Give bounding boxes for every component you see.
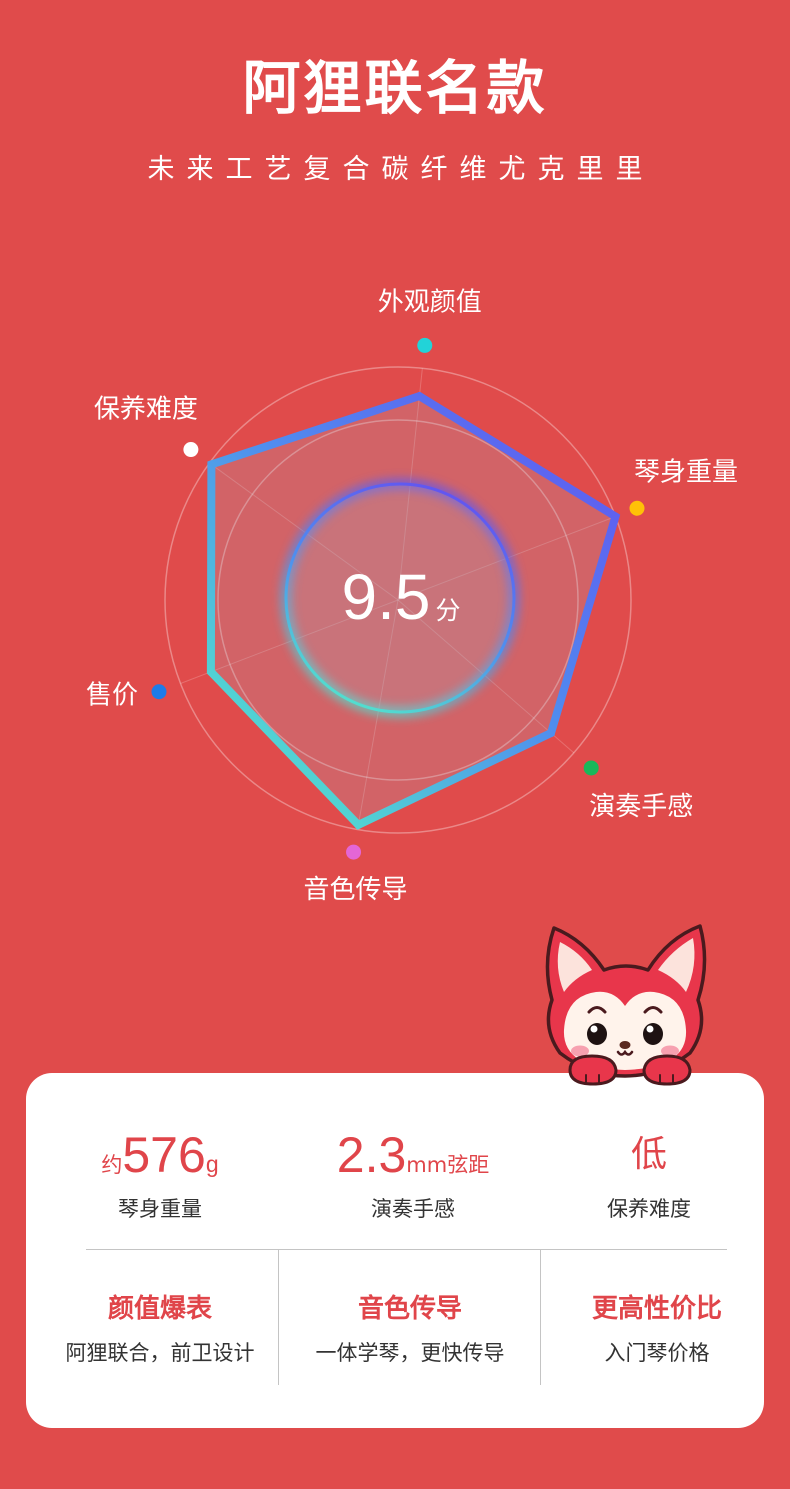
feature-desc: 入门琴价格 — [604, 1341, 710, 1365]
feature-value: 更高性价比 入门琴价格 — [547, 1291, 767, 1369]
radar-point — [206, 667, 215, 676]
fox-eye-left — [587, 1023, 607, 1045]
fox-nose — [619, 1041, 631, 1049]
axis-dot — [417, 337, 433, 353]
fox-mascot — [545, 924, 707, 1086]
feature-title: 颜值爆表 — [107, 1294, 212, 1324]
stat-care-level: 低 — [630, 1134, 667, 1175]
axis-dot — [346, 844, 362, 860]
stat-care: 低 保养难度 — [539, 1123, 759, 1225]
stat-action-value: 2.3mm弦距 — [303, 1123, 523, 1187]
stat-action-number: 2.3 — [336, 1127, 407, 1183]
stat-weight-unit: g — [205, 1151, 219, 1177]
axis-label: 琴身重量 — [634, 457, 738, 487]
radar-point — [611, 512, 620, 521]
stat-action: 2.3mm弦距 演奏手感 — [303, 1123, 523, 1225]
stat-weight-label: 琴身重量 — [118, 1197, 202, 1221]
feature-desc: 一体学琴，更快传导 — [315, 1341, 505, 1365]
axis-dot — [629, 500, 645, 516]
feature-title: 更高性价比 — [591, 1294, 722, 1324]
radar-point — [354, 820, 363, 829]
fox-eye-highlight-left — [590, 1025, 598, 1033]
stat-action-label: 演奏手感 — [371, 1197, 455, 1221]
fox-paw-right — [642, 1054, 692, 1086]
fox-eye-highlight-right — [646, 1025, 654, 1033]
feature-design: 颜值爆表 阿狸联合，前卫设计 — [50, 1291, 270, 1369]
feature-sound: 音色传导 一体学琴，更快传导 — [300, 1291, 520, 1369]
stat-weight: 约576g 琴身重量 — [50, 1123, 270, 1225]
fox-paw-left — [568, 1054, 618, 1086]
stat-action-unit: mm弦距 — [406, 1153, 490, 1177]
axis-dot — [151, 684, 167, 700]
radar-chart: 9.5 分 外观颜值琴身重量演奏手感音色传导 售价 保养难度 — [86, 287, 738, 905]
horizontal-divider — [86, 1249, 727, 1250]
radar-point — [207, 460, 216, 469]
axis-label: 保养难度 — [94, 395, 198, 425]
stats-card: 约576g 琴身重量 2.3mm弦距 演奏手感 低 保养难度 颜值爆表 阿狸联合… — [26, 1073, 764, 1428]
radar-point — [415, 392, 424, 401]
score-unit: 分 — [435, 596, 460, 625]
page-title: 阿狸联名款 — [242, 54, 548, 122]
stat-care-label: 保养难度 — [607, 1197, 691, 1221]
feature-desc: 阿狸联合，前卫设计 — [65, 1341, 255, 1365]
page-subtitle: 未来工艺复合碳纤维尤克里里 — [147, 154, 655, 185]
axis-label: 售价 — [86, 681, 138, 711]
fox-eye-right — [643, 1023, 663, 1045]
axis-label: 音色传导 — [304, 875, 408, 905]
axis-dot — [583, 760, 599, 776]
axis-label: 演奏手感 — [589, 792, 693, 822]
score-badge: 9.5 分 — [281, 479, 519, 717]
axis-dot — [183, 442, 199, 458]
axis-label: 外观颜值 — [378, 287, 482, 317]
promo-page: 9.5 分 外观颜值 琴身重量 演奏手感 音色传导 售价 保养难度 阿狸联名款 未来工艺复合… — [0, 0, 790, 1489]
stat-weight-number: 576 — [122, 1127, 206, 1183]
stat-weight-prefix: 约 — [101, 1153, 123, 1177]
stat-weight-value: 约576g — [50, 1123, 270, 1187]
feature-title: 音色传导 — [357, 1294, 462, 1324]
vertical-divider — [278, 1250, 279, 1385]
stat-care-value: 低 — [539, 1123, 759, 1187]
vertical-divider — [540, 1250, 541, 1385]
score-value: 9.5 — [342, 561, 431, 633]
radar-point — [546, 728, 555, 737]
